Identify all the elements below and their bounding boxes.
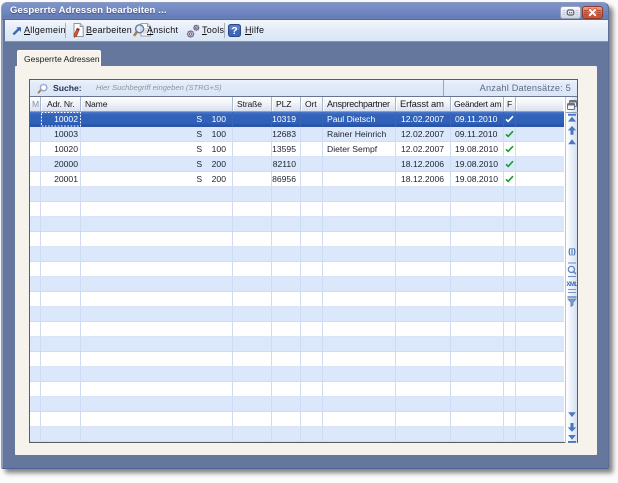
svg-text:?: ? (231, 25, 237, 37)
